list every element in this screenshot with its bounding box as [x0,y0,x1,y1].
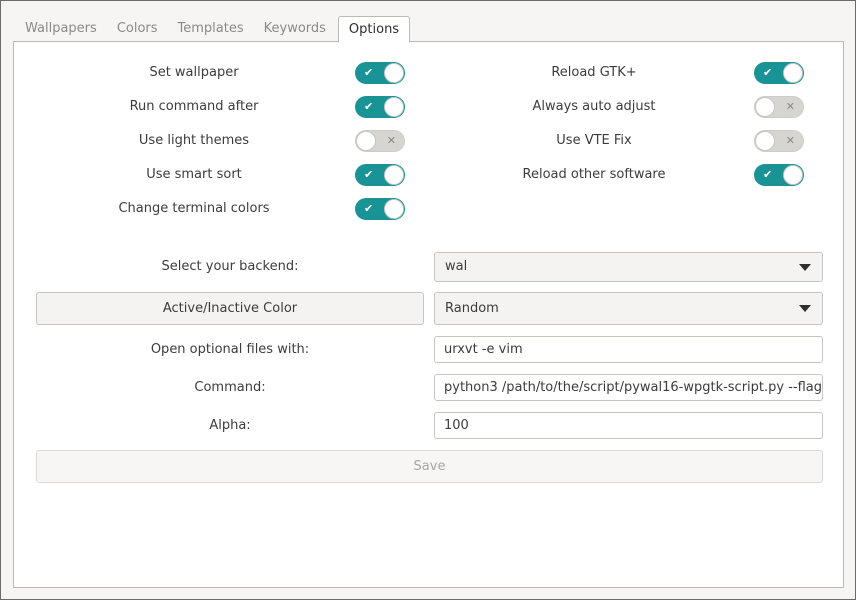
switch-knob [783,165,803,185]
app-window: Wallpapers Colors Templates Keywords Opt… [0,0,856,600]
run-command-after-label: Run command after [129,99,259,114]
tab-colors[interactable]: Colors [107,16,168,42]
backend-select-value: wal [445,259,468,274]
tab-templates[interactable]: Templates [168,16,254,42]
reload-gtk-switch[interactable]: ✔ [754,62,804,84]
backend-label: Select your backend: [161,259,299,274]
alpha-label: Alpha: [209,418,251,433]
dropdown-arrow-icon [799,305,811,312]
color-mode-select[interactable]: Random [434,292,823,325]
check-icon: ✔ [763,66,773,79]
change-terminal-colors-label: Change terminal colors [118,201,270,216]
check-icon: ✔ [763,168,773,181]
switch-knob [384,97,404,117]
change-terminal-colors-switch[interactable]: ✔ [355,198,405,220]
set-wallpaper-switch[interactable]: ✔ [355,62,405,84]
always-auto-adjust-switch[interactable]: ✕ [754,96,804,118]
switch-knob [755,131,775,151]
tab-bar: Wallpapers Colors Templates Keywords Opt… [15,16,411,43]
check-icon: ✔ [364,168,374,181]
switch-knob [783,63,803,83]
active-inactive-color-button[interactable]: Active/Inactive Color [36,292,424,325]
cross-icon: ✕ [785,100,795,113]
use-light-themes-label: Use light themes [138,133,250,148]
backend-select[interactable]: wal [434,252,823,282]
set-wallpaper-label: Set wallpaper [149,65,239,80]
command-label: Command: [194,380,266,395]
run-command-after-switch[interactable]: ✔ [355,96,405,118]
options-panel: Set wallpaper ✔ Run command after ✔ Use … [13,41,844,588]
save-button[interactable]: Save [36,450,823,483]
use-vte-fix-switch[interactable]: ✕ [754,130,804,152]
use-smart-sort-switch[interactable]: ✔ [355,164,405,186]
color-mode-select-value: Random [445,301,499,316]
alpha-input[interactable]: 100 [434,412,823,439]
tab-wallpapers[interactable]: Wallpapers [15,16,107,42]
reload-gtk-label: Reload GTK+ [551,65,637,80]
tab-options[interactable]: Options [337,16,411,43]
cross-icon: ✕ [785,134,795,147]
cross-icon: ✕ [386,134,396,147]
tab-keywords[interactable]: Keywords [254,16,336,42]
check-icon: ✔ [364,66,374,79]
reload-other-software-label: Reload other software [522,167,666,182]
check-icon: ✔ [364,202,374,215]
switch-knob [384,63,404,83]
reload-other-software-switch[interactable]: ✔ [754,164,804,186]
command-input[interactable]: python3 /path/to/the/script/pywal16-wpgt… [434,374,823,401]
open-files-input[interactable]: urxvt -e vim [434,336,823,363]
switch-knob [384,165,404,185]
use-vte-fix-label: Use VTE Fix [556,133,632,148]
switch-knob [356,131,376,151]
open-files-label: Open optional files with: [150,342,310,357]
always-auto-adjust-label: Always auto adjust [532,99,656,114]
check-icon: ✔ [364,100,374,113]
switch-knob [755,97,775,117]
switch-knob [384,199,404,219]
use-light-themes-switch[interactable]: ✕ [355,130,405,152]
use-smart-sort-label: Use smart sort [146,167,242,182]
dropdown-arrow-icon [799,264,811,271]
